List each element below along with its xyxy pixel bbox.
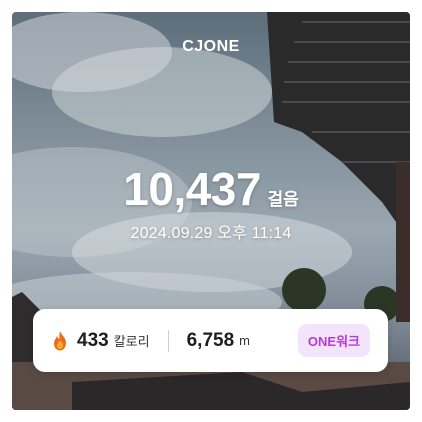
cjone-logo: CJONE [182,38,240,55]
steps-value: 10,437 [123,163,261,215]
steps-unit: 걸음 [267,190,299,209]
distance-value: 6,758 [186,329,235,351]
stats-card: 433 칼로리 6,758 m ONE워크 [33,309,388,372]
one-walk-badge[interactable]: ONE워크 [297,324,370,357]
calories-unit: 칼로리 [113,334,150,349]
calories-value: 433 [77,329,109,351]
cloud [52,47,272,137]
tree [282,268,326,312]
photo-frame: CJONE 10,437 걸음 2024.09.29 오후 11:14 433 … [12,12,410,410]
steps-count: 10,437 걸음 [12,162,410,216]
fire-icon [54,330,66,350]
distance-unit: m [239,333,250,348]
divider [167,329,169,352]
recorded-datetime: 2024.09.29 오후 11:14 [130,225,292,242]
